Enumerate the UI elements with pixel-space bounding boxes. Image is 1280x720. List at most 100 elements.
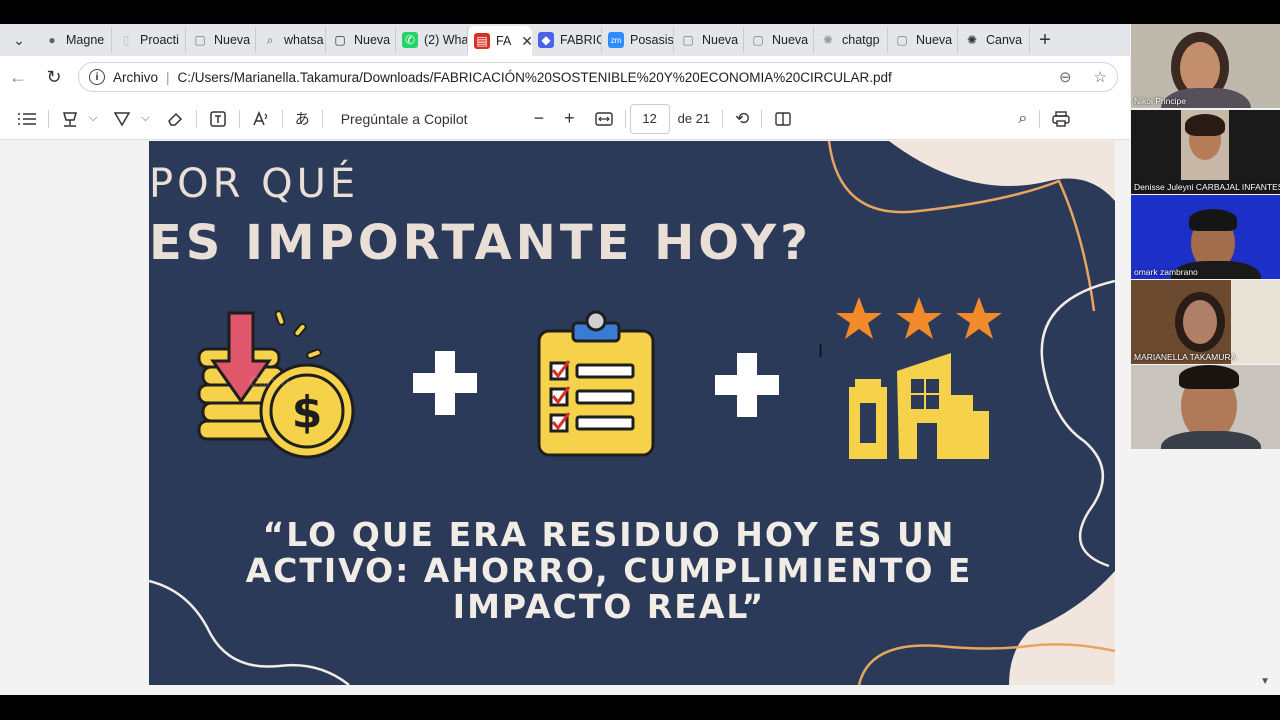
browser-tab[interactable]: ✺ Canva: [958, 27, 1030, 53]
divider: [48, 109, 49, 128]
browser-tab[interactable]: ● Magne: [38, 27, 112, 53]
participant-name: Nikol Principe: [1134, 96, 1186, 106]
arrow-left-icon: ←: [9, 66, 27, 87]
tab-bar: ⌄ ● Magne ▯ Proacti ▢ Nueva ⌕ whatsa ▢ Nueva ✆ (2) …: [0, 24, 1130, 56]
participants-panel: Nikol Principe Denisse Juleyni CARBAJAL …: [1130, 24, 1280, 695]
newtab-icon: ▢: [752, 33, 764, 47]
divider: [722, 109, 724, 128]
draw-button[interactable]: ⌵: [105, 105, 157, 133]
openai-icon: ✺: [966, 33, 978, 47]
pen-icon: [114, 111, 131, 126]
eraser-icon: [167, 112, 182, 126]
browser-tab[interactable]: ▯ Proacti: [112, 27, 186, 53]
browser-tab[interactable]: ✆ (2) Wha: [396, 27, 468, 53]
scroll-down-arrow[interactable]: ▼: [1260, 676, 1270, 687]
contents-button[interactable]: [10, 105, 44, 133]
plus-icon: +: [564, 108, 575, 128]
divider: [761, 109, 763, 128]
text-box-icon: [209, 110, 226, 127]
newtab-icon: ▢: [896, 33, 908, 47]
tab-label: FABRIC: [560, 33, 602, 47]
print-icon: [1052, 110, 1071, 127]
page-count: de 21: [677, 111, 711, 126]
zoom-out-button[interactable]: −: [526, 105, 553, 133]
tab-actions-menu[interactable]: ⌄: [0, 24, 38, 56]
new-tab-button[interactable]: +: [1030, 29, 1060, 52]
page-number: 12: [642, 111, 657, 126]
participant-tile[interactable]: Denisse Juleyni CARBAJAL INFANTES: [1131, 110, 1280, 194]
pdf-page: POR QUÉ ES IMPORTANTE HOY? $ Canva “LO Q…: [149, 141, 1115, 685]
avatar: [1185, 114, 1225, 136]
zoom-out-icon[interactable]: ⊖: [1059, 68, 1072, 86]
browser-tab[interactable]: ▢ Nueva: [186, 27, 256, 53]
avatar: [1189, 209, 1237, 231]
zoom-icon: zm: [608, 32, 624, 48]
tab-list: ● Magne ▯ Proacti ▢ Nueva ⌕ whatsa ▢ Nueva ✆ (2) Wh…: [38, 24, 1030, 56]
participant-tile[interactable]: Nikol Principe: [1131, 24, 1280, 108]
address-bar[interactable]: i Archivo | C:/Users/Marianella.Takamura…: [78, 62, 1118, 92]
erase-button[interactable]: [158, 105, 192, 133]
browser-tab[interactable]: ▢ Nueva: [888, 27, 958, 53]
page-number-input[interactable]: 12: [629, 103, 670, 134]
rated-building-icon: [836, 297, 1002, 459]
pdf-icon: ▤: [474, 33, 490, 49]
browser-tab[interactable]: ◆ FABRIC: [532, 27, 602, 53]
rotate-button[interactable]: ⟲: [727, 105, 757, 133]
participant-name: omark zambrano: [1134, 267, 1198, 277]
participant-tile[interactable]: MARIANELLA TAKAMURA: [1131, 280, 1280, 364]
address-bar-row: ← ↻ i Archivo | C:/Users/Marianella.Taka…: [0, 56, 1130, 98]
pdf-viewer[interactable]: POR QUÉ ES IMPORTANTE HOY? $ Canva “LO Q…: [0, 141, 1130, 695]
tab-label: Nueva: [916, 33, 953, 47]
rotate-icon: ⟲: [735, 108, 750, 128]
browser-tab[interactable]: ✺ chatgp: [814, 27, 888, 53]
plus-icon: [413, 351, 477, 415]
video-frame: [1231, 280, 1280, 364]
browser-window: ⌄ ● Magne ▯ Proacti ▢ Nueva ⌕ whatsa ▢ Nueva ✆ (2) …: [0, 24, 1130, 695]
favorite-star-icon[interactable]: ☆: [1094, 68, 1107, 86]
list-icon: [18, 112, 36, 125]
tab-label: Proacti: [140, 33, 179, 47]
svg-text:$: $: [292, 387, 323, 438]
divider: [281, 109, 283, 128]
screen: ⌄ ● Magne ▯ Proacti ▢ Nueva ⌕ whatsa ▢ Nueva ✆ (2) …: [0, 0, 1280, 720]
newtab-icon: ▢: [194, 33, 206, 47]
read-aloud-button[interactable]: [244, 105, 278, 133]
zoom-in-button[interactable]: +: [556, 105, 583, 133]
participant-tile[interactable]: [1131, 365, 1280, 449]
tab-label: Nueva: [702, 33, 739, 47]
browser-tab[interactable]: ▤ FA ✕: [468, 26, 532, 56]
participant-tile[interactable]: omark zambrano: [1131, 195, 1280, 279]
browser-tab[interactable]: zm Posasis: [602, 27, 674, 53]
browser-tab[interactable]: ▢ Nueva: [744, 27, 814, 53]
avatar: [1179, 365, 1239, 389]
browser-tab[interactable]: ▢ Nueva: [674, 27, 744, 53]
tab-label: Nueva: [354, 33, 391, 47]
print-button[interactable]: [1044, 105, 1078, 133]
browser-tab[interactable]: ▢ Nueva: [326, 27, 396, 53]
add-text-button[interactable]: [201, 105, 235, 133]
highlight-button[interactable]: ⌵: [53, 105, 105, 133]
globe-icon: ●: [48, 33, 56, 47]
reload-button[interactable]: ↻: [36, 67, 72, 88]
fit-width-button[interactable]: [587, 105, 621, 133]
copilot-button[interactable]: Pregúntale a Copilot: [333, 105, 476, 133]
back-button[interactable]: ←: [0, 67, 36, 88]
address-url[interactable]: C:/Users/Marianella.Takamura/Downloads/F…: [178, 70, 1037, 85]
address-scheme-label: Archivo: [113, 69, 159, 85]
search-icon: ⌕: [266, 32, 274, 47]
divider: [624, 109, 626, 128]
find-button[interactable]: ⌕: [1010, 105, 1035, 133]
translate-button[interactable]: あ: [287, 105, 318, 133]
canva-watermark: Canva: [249, 373, 290, 389]
fit-width-icon: [594, 111, 613, 126]
tab-label: Nueva: [772, 33, 809, 47]
avatar: [1183, 300, 1217, 344]
divider: [1039, 109, 1041, 128]
slide-title-line1: POR QUÉ: [149, 161, 360, 207]
close-icon[interactable]: ✕: [521, 33, 532, 50]
page-view-button[interactable]: [766, 105, 800, 133]
browser-tab[interactable]: ⌕ whatsa: [256, 27, 326, 53]
avatar: [1180, 42, 1220, 94]
whatsapp-icon: ✆: [402, 32, 418, 48]
slide-title-line2: ES IMPORTANTE HOY?: [149, 215, 812, 271]
